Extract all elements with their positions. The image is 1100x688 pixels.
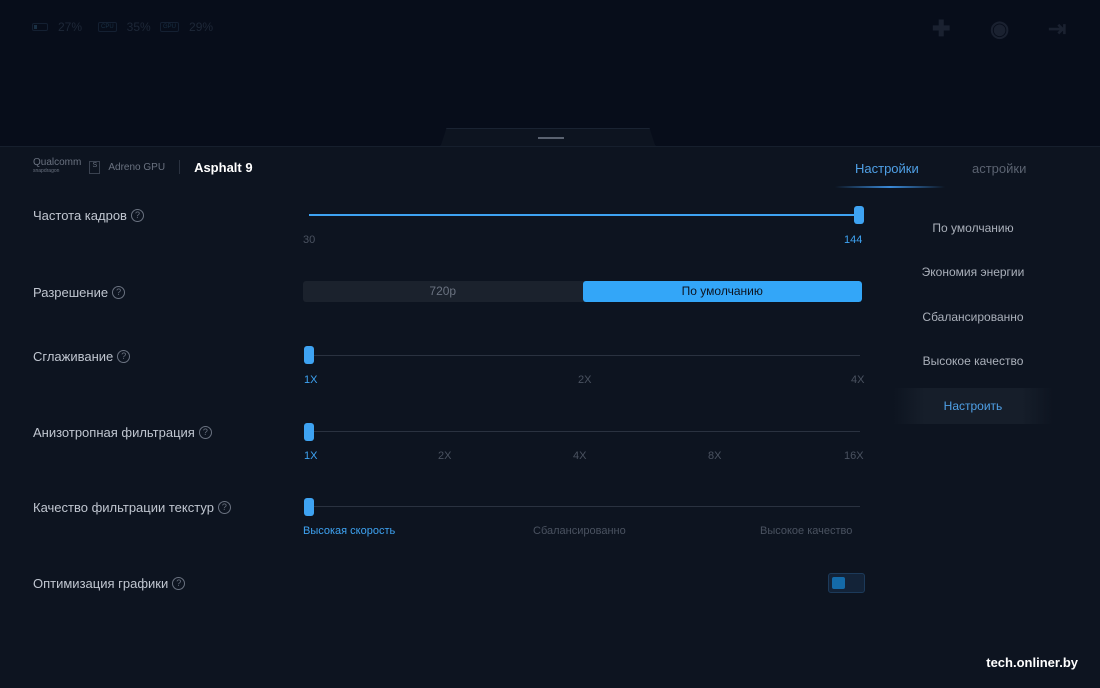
gpu-stat: GPU 29% (160, 20, 213, 34)
optimize-label: Оптимизация графики? (33, 576, 186, 591)
texture-tick: Сбалансированно (533, 525, 626, 537)
status-bar: 27% CPU 35% GPU 29% ✚ ◉ ⇥ (0, 0, 1100, 146)
brand-header: Qualcomm snapdragon S Adreno GPU Asphalt … (33, 157, 253, 175)
cpu-value: 35% (126, 20, 151, 34)
gpu-value: 29% (189, 20, 214, 34)
texture-tick: Высокое качество (760, 525, 853, 537)
aa-slider[interactable] (309, 355, 860, 356)
tab-settings-2[interactable]: астройки (972, 161, 1026, 176)
resolution-label: Разрешение? (33, 285, 126, 300)
preset-default[interactable]: По умолчанию (893, 221, 1053, 235)
tab-settings[interactable]: Настройки (855, 161, 919, 176)
fps-slider-thumb[interactable] (854, 206, 864, 224)
tab-indicator (835, 186, 945, 188)
preset-balanced[interactable]: Сбалансированно (893, 310, 1053, 324)
aa-slider-thumb[interactable] (304, 346, 314, 364)
cpu-icon: CPU (98, 22, 117, 32)
resolution-option-default[interactable]: По умолчанию (582, 281, 862, 302)
fps-max: 144 (844, 234, 863, 246)
aniso-slider-thumb[interactable] (304, 423, 314, 441)
help-icon[interactable]: ? (130, 209, 144, 222)
fps-min: 30 (303, 234, 316, 246)
game-title: Asphalt 9 (194, 159, 253, 175)
aniso-slider[interactable] (309, 431, 860, 432)
cpu-stat: CPU 35% (98, 20, 151, 34)
aniso-tick: 16X (844, 450, 864, 462)
help-icon[interactable]: ? (172, 577, 186, 590)
aa-tick: 2X (578, 374, 592, 386)
aniso-tick: 4X (573, 450, 587, 462)
record-icon[interactable]: ◉ (990, 16, 1009, 42)
watermark: tech.onliner.by (986, 655, 1078, 670)
texture-slider-thumb[interactable] (304, 498, 314, 516)
help-icon[interactable]: ? (198, 426, 212, 439)
resolution-selector: 720p По умолчанию (303, 281, 862, 302)
snapdragon-icon: S (89, 160, 101, 174)
aniso-tick: 2X (438, 450, 452, 462)
texture-label: Качество фильтрации текстур? (33, 500, 231, 515)
preset-high-quality[interactable]: Высокое качество (893, 354, 1053, 368)
aa-tick: 1X (304, 374, 318, 386)
preset-power-saving[interactable]: Экономия энергии (893, 265, 1053, 279)
optimize-toggle[interactable] (828, 573, 865, 593)
resolution-option-720p[interactable]: 720p (303, 281, 583, 302)
gpu-icon: GPU (160, 22, 180, 32)
aniso-label: Анизотропная фильтрация? (33, 425, 212, 440)
help-icon[interactable]: ? (117, 350, 131, 363)
texture-slider[interactable] (309, 506, 860, 507)
aa-label: Сглаживание? (33, 349, 131, 364)
fps-label: Частота кадров? (33, 208, 144, 223)
battery-stat: 27% (32, 20, 82, 34)
aniso-tick: 8X (708, 450, 722, 462)
battery-icon (32, 23, 48, 31)
help-icon[interactable]: ? (112, 286, 126, 299)
battery-value: 27% (58, 20, 83, 34)
texture-tick: Высокая скорость (303, 525, 396, 537)
divider (179, 160, 181, 174)
fps-slider[interactable] (309, 214, 860, 216)
help-icon[interactable]: ? (217, 501, 231, 514)
aa-tick: 4X (851, 374, 865, 386)
preset-custom[interactable]: Настроить (893, 388, 1053, 424)
plus-icon[interactable]: ✚ (932, 16, 950, 42)
settings-panel: Qualcomm snapdragon S Adreno GPU Asphalt … (0, 146, 1100, 688)
exit-icon[interactable]: ⇥ (1048, 16, 1066, 42)
gpu-name: Adreno GPU (108, 161, 166, 173)
panel-handle[interactable] (440, 128, 656, 148)
aniso-tick: 1X (304, 450, 318, 462)
qualcomm-logo: Qualcomm snapdragon (33, 157, 82, 175)
